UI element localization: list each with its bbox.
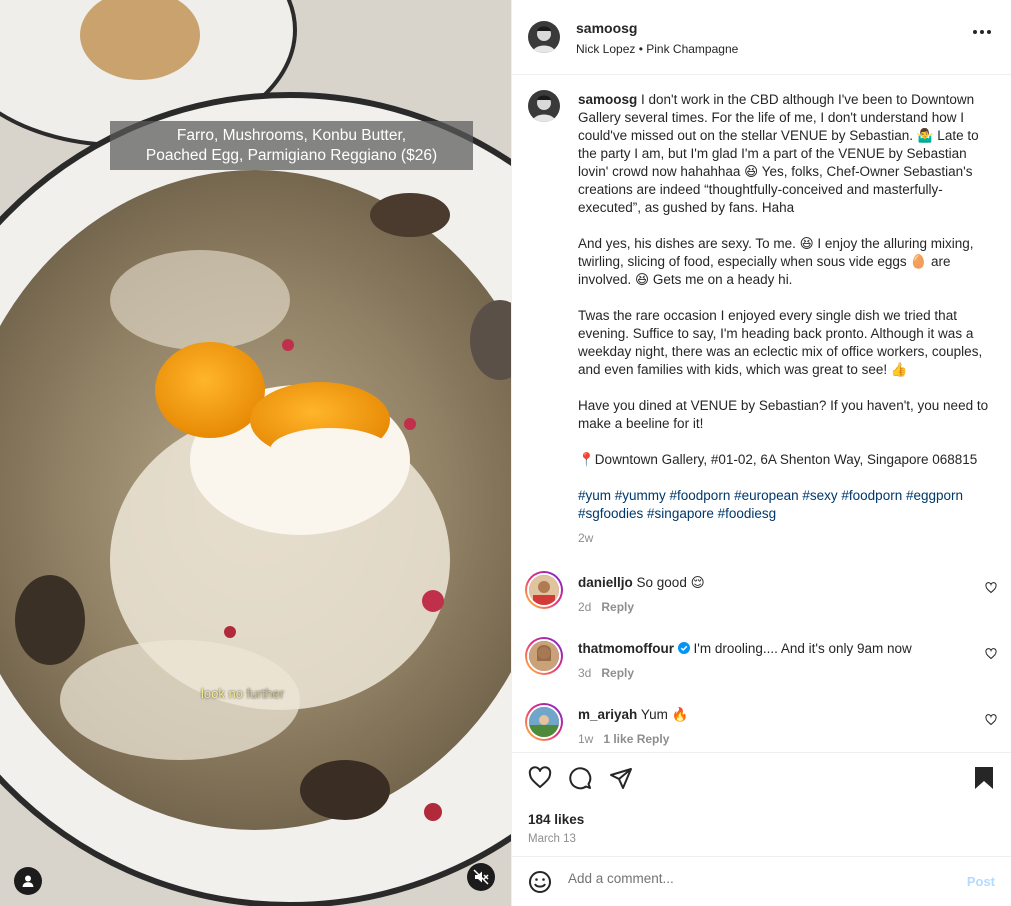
mute-button[interactable] bbox=[467, 863, 495, 891]
post-comment-button[interactable]: Post bbox=[967, 874, 995, 889]
share-icon[interactable] bbox=[609, 766, 633, 790]
commenter-avatar[interactable] bbox=[525, 637, 563, 675]
caption-time[interactable]: 2w bbox=[578, 531, 995, 545]
comment-time[interactable]: 2d bbox=[578, 600, 591, 614]
comment-text: Yum 🔥 bbox=[640, 707, 689, 722]
comment-meta: 2d Reply bbox=[578, 600, 634, 614]
caption-hashtags[interactable]: #yum #yummy #foodporn #european #sexy #f… bbox=[578, 488, 967, 521]
commenter-avatar[interactable] bbox=[525, 703, 563, 741]
instagram-post: Farro, Mushrooms, Konbu Butter, Poached … bbox=[0, 0, 1011, 906]
verified-badge-icon bbox=[677, 642, 690, 654]
bookmark-icon[interactable] bbox=[973, 766, 995, 790]
comment-line: m_ariyah Yum 🔥 bbox=[578, 707, 688, 723]
comment-item: m_ariyah Yum 🔥 1w 1 like Reply bbox=[512, 695, 1011, 752]
reply-button[interactable]: Reply bbox=[601, 666, 634, 680]
comment-text: I'm drooling.... And it's only 9am now bbox=[693, 641, 912, 656]
comment-heart-icon[interactable] bbox=[985, 648, 997, 660]
post-date[interactable]: March 13 bbox=[528, 833, 576, 845]
more-options-icon[interactable] bbox=[973, 30, 991, 34]
comment-text: So good 😌 bbox=[636, 575, 705, 590]
comment-username[interactable]: m_ariyah bbox=[578, 707, 637, 722]
post-media[interactable]: Farro, Mushrooms, Konbu Butter, Poached … bbox=[0, 0, 511, 906]
comment-line: thatmomoffour I'm drooling.... And it's … bbox=[578, 641, 912, 656]
caption-text: samoosg I don't work in the CBD although… bbox=[578, 91, 995, 523]
comment-icon[interactable] bbox=[568, 766, 592, 790]
media-caption-line1: Farro, Mushrooms, Konbu Butter, bbox=[176, 127, 407, 144]
comment-heart-icon[interactable] bbox=[985, 714, 997, 726]
media-subtitle-text: look no further bbox=[201, 686, 284, 701]
audio-attribution[interactable]: Nick Lopez • Pink Champagne bbox=[576, 42, 738, 56]
post-details-panel: samoosg Nick Lopez • Pink Champagne samo… bbox=[511, 0, 1011, 906]
author-avatar[interactable] bbox=[528, 21, 560, 53]
comments-scroll-area[interactable]: samoosg I don't work in the CBD although… bbox=[512, 75, 1011, 752]
commenter-avatar[interactable] bbox=[525, 571, 563, 609]
add-comment-bar: Post bbox=[512, 856, 1011, 906]
comment-item: danielljo So good 😌 2d Reply bbox=[512, 563, 1011, 629]
comment-input[interactable] bbox=[568, 871, 928, 886]
media-caption-overlay: Farro, Mushrooms, Konbu Butter, Poached … bbox=[110, 121, 473, 170]
comment-meta: 1w 1 like Reply bbox=[578, 732, 669, 746]
user-tag-icon bbox=[22, 875, 34, 887]
emoji-icon[interactable] bbox=[528, 870, 552, 894]
author-username[interactable]: samoosg bbox=[576, 20, 637, 36]
comment-line: danielljo So good 😌 bbox=[578, 575, 705, 591]
media-caption-line2: Poached Egg, Parmigiano Reggiano ($26) bbox=[145, 147, 438, 164]
comment-time[interactable]: 1w bbox=[578, 732, 593, 746]
comment-username[interactable]: danielljo bbox=[578, 575, 633, 590]
reply-button[interactable]: Reply bbox=[601, 600, 634, 614]
comment-time[interactable]: 3d bbox=[578, 666, 591, 680]
comment-item: thatmomoffour I'm drooling.... And it's … bbox=[512, 629, 1011, 695]
reply-button[interactable]: 1 like Reply bbox=[603, 732, 669, 746]
heart-icon[interactable] bbox=[528, 766, 552, 790]
caption-username[interactable]: samoosg bbox=[578, 92, 637, 107]
comment-meta: 3d Reply bbox=[578, 666, 634, 680]
post-caption: samoosg I don't work in the CBD although… bbox=[512, 75, 1011, 545]
subtitle-faint: further bbox=[246, 686, 285, 701]
caption-avatar[interactable] bbox=[528, 90, 560, 122]
sound-off-icon bbox=[473, 869, 489, 885]
avatar-image bbox=[528, 90, 560, 122]
user-tag-button[interactable] bbox=[14, 867, 42, 895]
subtitle-bright: look no bbox=[201, 686, 247, 701]
comment-username[interactable]: thatmomoffour bbox=[578, 641, 674, 656]
caption-body: I don't work in the CBD although I've be… bbox=[578, 92, 989, 467]
likes-count[interactable]: 184 likes bbox=[528, 812, 584, 827]
post-header: samoosg Nick Lopez • Pink Champagne bbox=[512, 0, 1011, 75]
avatar-image bbox=[528, 21, 560, 53]
comment-heart-icon[interactable] bbox=[985, 582, 997, 594]
